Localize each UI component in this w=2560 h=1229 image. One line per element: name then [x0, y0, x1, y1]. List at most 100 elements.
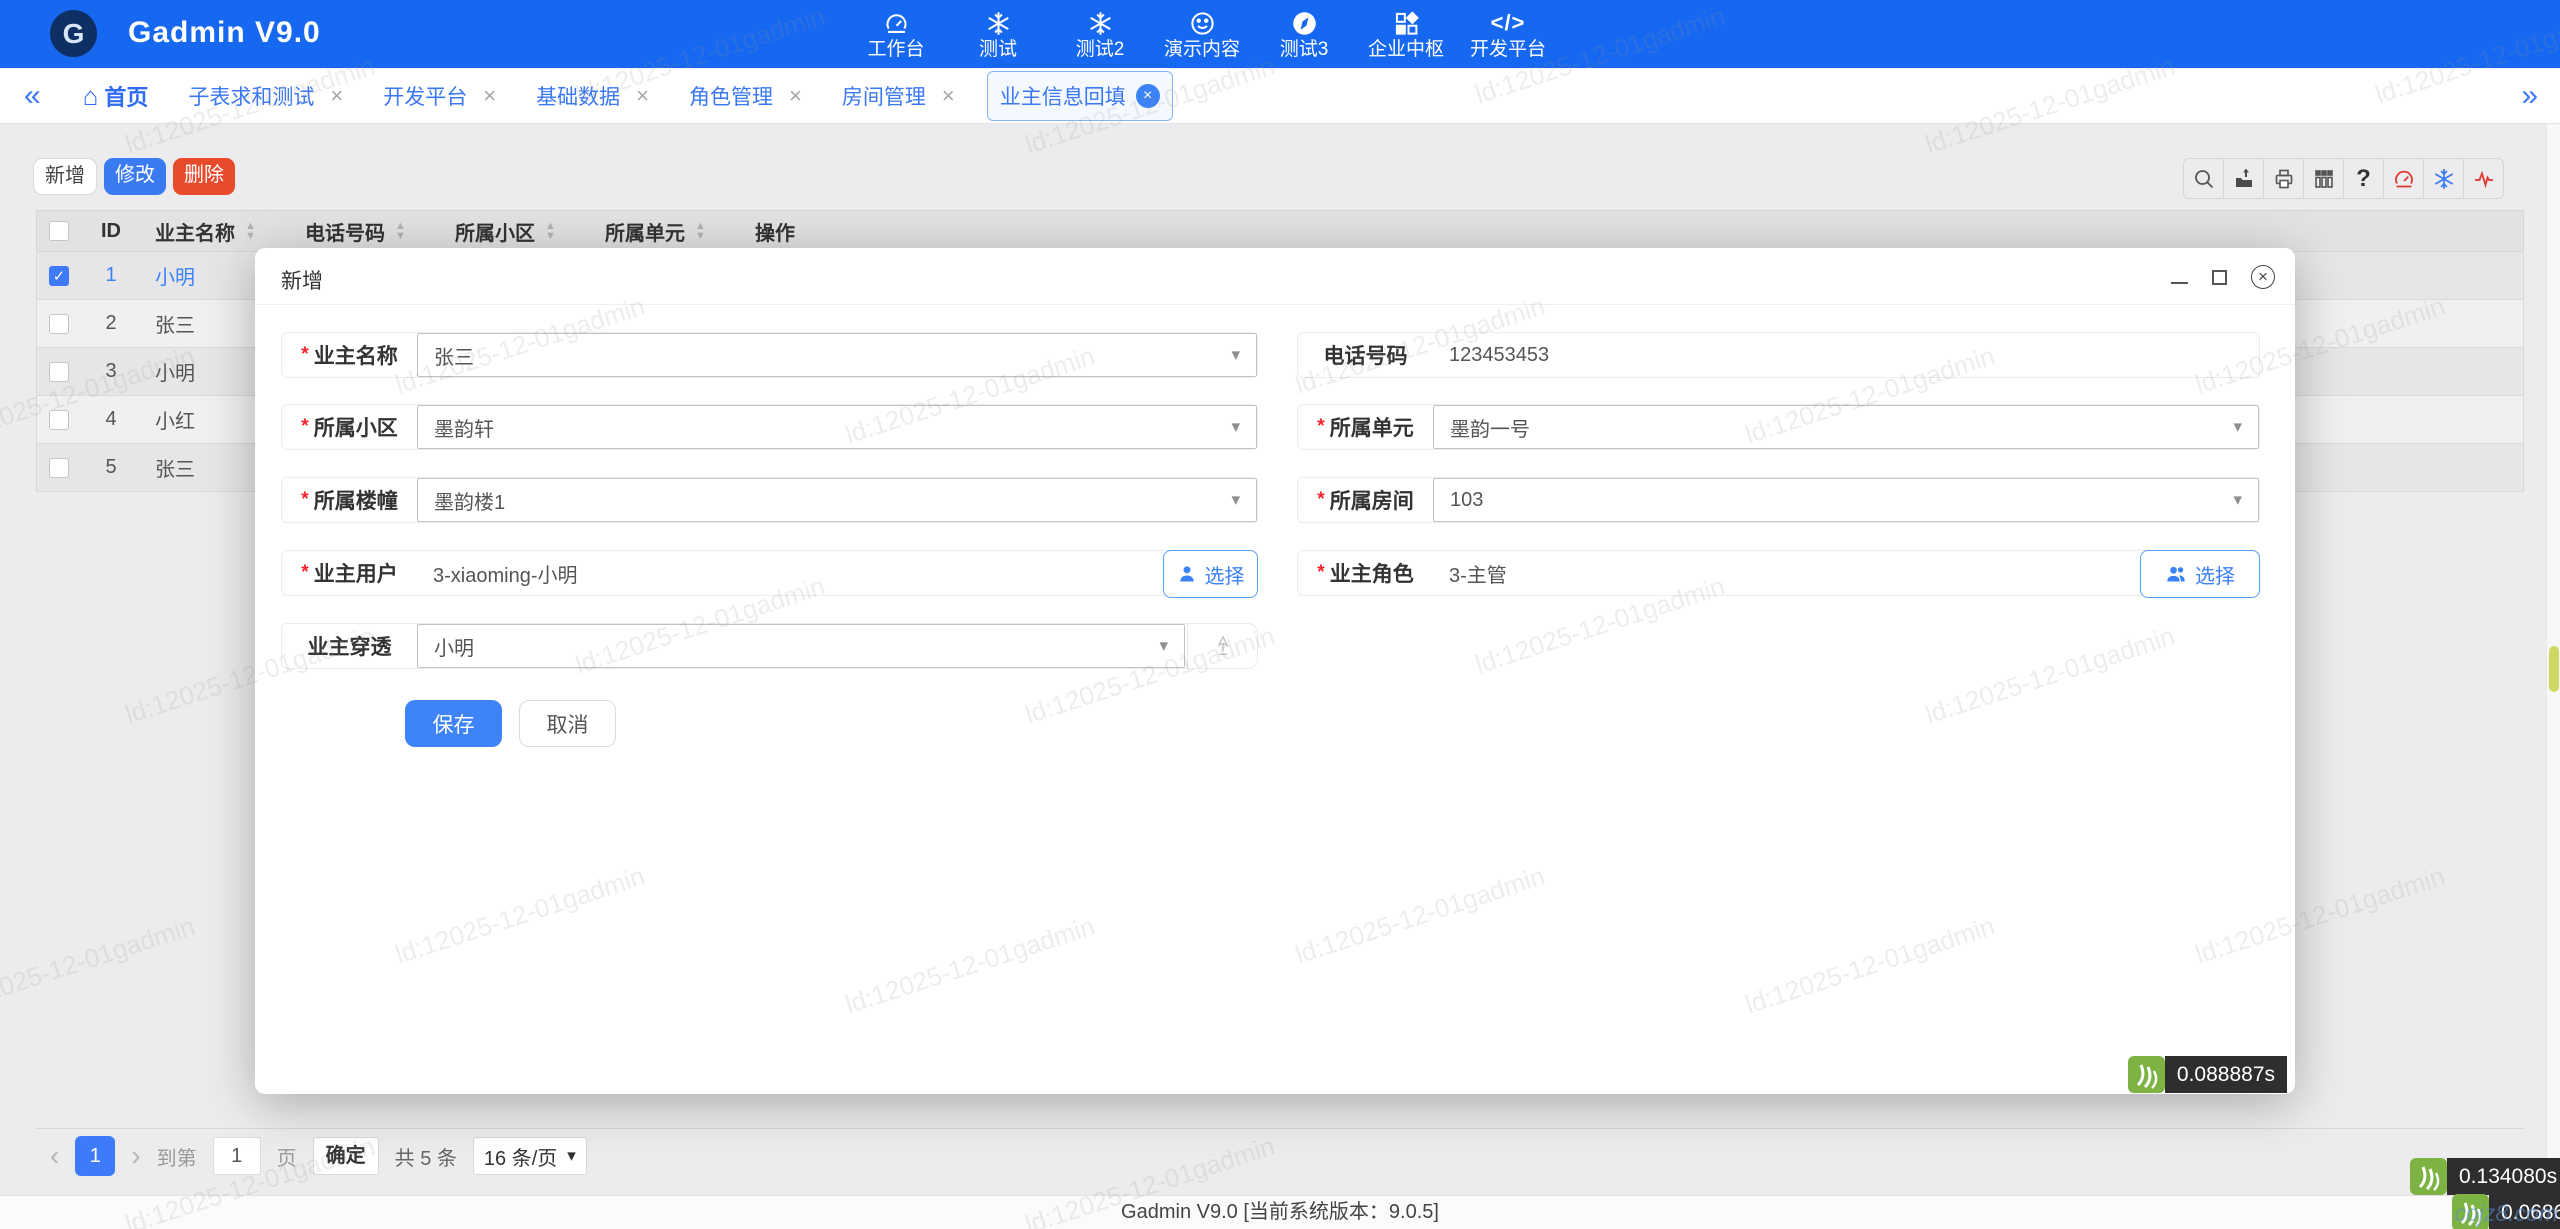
grid-icon	[1355, 7, 1457, 39]
cell-id: 3	[81, 360, 141, 383]
table-tools: ?	[2183, 158, 2504, 199]
owner-pierce-select[interactable]: 小明▾	[417, 624, 1185, 668]
next-page-icon[interactable]	[131, 1142, 140, 1170]
select-value: 墨韵楼1	[434, 486, 1231, 515]
nav-item-devplatform[interactable]: </> 开发平台	[1457, 0, 1559, 68]
phone-input[interactable]: 123453453	[1433, 333, 2259, 377]
minimize-icon[interactable]	[2171, 282, 2188, 284]
maximize-icon[interactable]	[2212, 270, 2227, 285]
snowflake-blue-icon[interactable]	[2423, 158, 2464, 199]
field-phone: 电话号码 123453453	[1297, 332, 2260, 378]
tab-dev-platform[interactable]: 开发平台	[383, 81, 496, 111]
tabs-scroll-right-icon[interactable]: »	[2521, 81, 2538, 111]
owner-name-select[interactable]: 张三▾	[417, 333, 1257, 377]
caret-down-icon: ▾	[2233, 417, 2242, 437]
tab-home[interactable]: ⌂ 首页	[83, 80, 149, 112]
tab-close-icon[interactable]	[636, 83, 649, 109]
sort-icon[interactable]	[395, 221, 406, 241]
choose-user-button[interactable]: 选择	[1163, 550, 1258, 598]
help-icon[interactable]: ?	[2343, 158, 2384, 199]
pierce-tool-button[interactable]	[1187, 624, 1257, 668]
modal-perf-badge: 0.088887s	[2128, 1056, 2287, 1093]
unit-select[interactable]: 墨韵一号▾	[1433, 405, 2259, 449]
total-count-label: 共 5 条	[395, 1142, 457, 1171]
tab-label: 角色管理	[689, 81, 773, 111]
current-page-button[interactable]: 1	[75, 1136, 115, 1176]
perf-flame-icon	[2410, 1158, 2447, 1195]
tab-subtable-sum-test[interactable]: 子表求和测试	[188, 81, 343, 111]
caret-down-icon: ▾	[1159, 636, 1168, 656]
footer: Gadmin V9.0 [当前系统版本：9.0.5]	[0, 1195, 2560, 1229]
perf-badge: 0.068646s	[2452, 1194, 2560, 1229]
vertical-scrollbar[interactable]	[2546, 124, 2560, 1229]
goto-confirm-button[interactable]: 确定	[313, 1137, 379, 1175]
building-select[interactable]: 墨韵楼1▾	[417, 478, 1257, 522]
save-button[interactable]: 保存	[405, 700, 502, 747]
delete-button[interactable]: 删除	[173, 158, 235, 195]
sort-icon[interactable]	[695, 221, 706, 241]
tab-base-data[interactable]: 基础数据	[536, 81, 649, 111]
nav-item-test3[interactable]: 测试3	[1253, 0, 1355, 68]
columns-icon[interactable]	[2303, 158, 2344, 199]
sort-icon[interactable]	[245, 221, 256, 241]
scrollbar-thumb[interactable]	[2549, 646, 2559, 692]
row-checkbox[interactable]	[49, 362, 69, 382]
community-select[interactable]: 墨韵轩▾	[417, 405, 1257, 449]
tab-label: 子表求和测试	[188, 81, 314, 111]
tab-close-icon[interactable]	[1136, 84, 1160, 108]
tab-owner-info-active[interactable]: 业主信息回填	[987, 71, 1173, 121]
col-header-community[interactable]: 所属小区	[441, 217, 591, 246]
page-unit-label: 页	[277, 1142, 297, 1171]
tab-room-mgmt[interactable]: 房间管理	[842, 81, 955, 111]
row-checkbox[interactable]	[49, 410, 69, 430]
field-label: 所属房间	[1330, 485, 1414, 515]
choose-role-button[interactable]: 选择	[2140, 550, 2260, 598]
tab-close-icon[interactable]	[942, 83, 955, 109]
app-logo[interactable]: G	[50, 10, 97, 57]
row-checkbox[interactable]	[49, 458, 69, 478]
crud-toolbar: 新增 修改 删除	[33, 158, 235, 195]
select-all-checkbox[interactable]	[49, 221, 69, 241]
col-header-unit[interactable]: 所属单元	[591, 217, 741, 246]
row-checkbox[interactable]	[49, 266, 69, 286]
nav-item-test[interactable]: 测试	[947, 0, 1049, 68]
tab-close-icon[interactable]	[483, 83, 496, 109]
row-checkbox[interactable]	[49, 314, 69, 334]
col-header-id[interactable]: ID	[81, 220, 141, 243]
search-icon[interactable]	[2183, 158, 2224, 199]
edit-button[interactable]: 修改	[104, 158, 166, 195]
nav-item-workbench[interactable]: 工作台	[845, 0, 947, 68]
tab-close-icon[interactable]	[789, 83, 802, 109]
col-header-phone[interactable]: 电话号码	[291, 217, 441, 246]
select-value: 墨韵一号	[1450, 413, 2233, 442]
choose-label: 选择	[2195, 560, 2235, 589]
snowflake-icon	[947, 7, 1049, 39]
performance-gauge-icon[interactable]	[2383, 158, 2424, 199]
goto-page-input[interactable]: 1	[213, 1137, 261, 1175]
required-mark: *	[301, 562, 308, 584]
goto-label: 到第	[157, 1142, 197, 1171]
export-icon[interactable]	[2223, 158, 2264, 199]
tab-close-icon[interactable]	[330, 83, 343, 109]
col-header-name[interactable]: 业主名称	[141, 217, 291, 246]
owner-role-input[interactable]: 3-主管	[1433, 551, 2259, 595]
owner-user-input[interactable]: 3-xiaoming-小明	[417, 551, 1257, 595]
room-select[interactable]: 103▾	[1433, 478, 2259, 522]
nav-item-enterprise[interactable]: 企业中枢	[1355, 0, 1457, 68]
cancel-button[interactable]: 取消	[519, 700, 616, 747]
print-icon[interactable]	[2263, 158, 2304, 199]
sort-icon[interactable]	[545, 221, 556, 241]
close-icon[interactable]	[2251, 265, 2275, 289]
nav-label: 测试	[947, 39, 1049, 61]
add-button[interactable]: 新增	[33, 158, 97, 195]
tabs-scroll-left-icon[interactable]: «	[24, 81, 41, 111]
dialog-header[interactable]: 新增	[255, 248, 2295, 305]
compass-icon	[1253, 7, 1355, 39]
perf-time: 0.134080s	[2447, 1158, 2560, 1195]
nav-item-demo[interactable]: 演示内容	[1151, 0, 1253, 68]
page-size-select[interactable]: 16 条/页 ▾	[473, 1137, 587, 1175]
pulse-icon[interactable]	[2463, 158, 2504, 199]
tab-role-mgmt[interactable]: 角色管理	[689, 81, 802, 111]
nav-item-test2[interactable]: 测试2	[1049, 0, 1151, 68]
prev-page-icon[interactable]	[50, 1142, 59, 1170]
